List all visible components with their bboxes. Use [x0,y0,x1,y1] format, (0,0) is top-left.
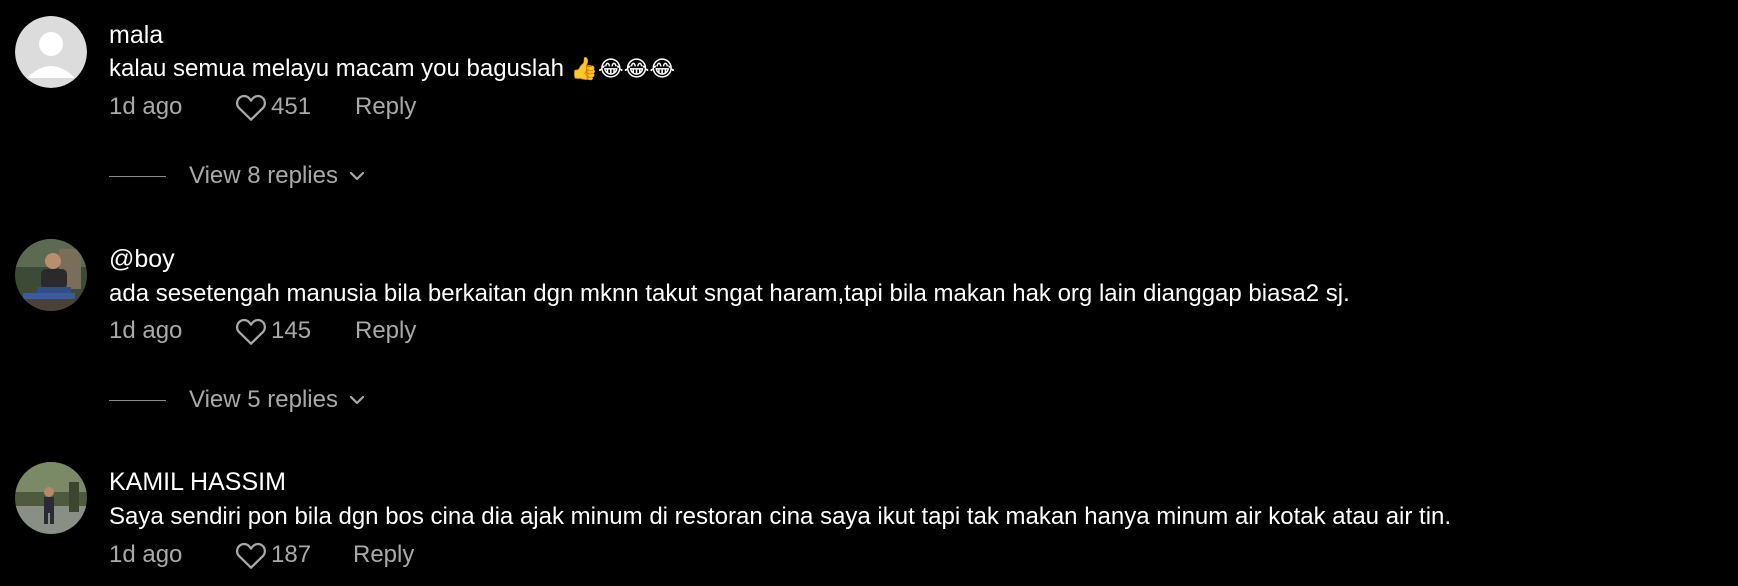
like-count: 451 [271,93,312,120]
avatar[interactable] [15,239,87,311]
comment-text: Saya sendiri pon bila dgn bos cina dia a… [109,503,1452,530]
like-button[interactable]: 451 [235,92,355,122]
chevron-down-icon [348,394,366,406]
comment-username[interactable]: @boy [109,247,175,272]
heart-outline-icon [236,94,266,121]
view-replies-button[interactable]: View 5 replies [109,385,366,415]
reply-button[interactable]: Reply [355,317,416,345]
heart-outline-icon [236,542,266,569]
avatar[interactable] [15,462,87,534]
reply-button[interactable]: Reply [355,93,416,121]
comment-time: 1d ago [109,541,183,568]
avatar[interactable] [15,16,87,88]
heart-outline-icon [236,318,266,345]
comment-meta: 1d ago 187 Reply [109,539,414,571]
reply-button[interactable]: Reply [353,541,414,569]
chevron-down-icon [348,170,366,182]
comment-meta: 1d ago 451 Reply [109,91,416,123]
view-replies-label: View 5 replies [189,386,338,413]
comment-time: 1d ago [109,93,183,120]
like-count: 145 [271,317,312,344]
comment-username[interactable]: KAMIL HASSIM [109,470,286,495]
divider-line [109,175,166,177]
comment-text: ada sesetengah manusia bila berkaitan dg… [109,280,1350,307]
divider-line [109,399,166,401]
comment-emojis: 👍😂😂😂 [570,57,676,82]
comment-text: kalau semua melayu macam you baguslah 👍😂… [109,57,675,81]
like-button[interactable]: 187 [235,540,353,570]
view-replies-button[interactable]: View 8 replies [109,161,366,191]
like-count: 187 [271,541,312,568]
comment-text-body: kalau semua melayu macam you baguslah [109,55,564,82]
view-replies-label: View 8 replies [189,162,338,189]
comment-time: 1d ago [109,317,183,344]
like-button[interactable]: 145 [235,316,355,346]
comment-meta: 1d ago 145 Reply [109,315,416,347]
comment-username[interactable]: mala [109,23,163,48]
